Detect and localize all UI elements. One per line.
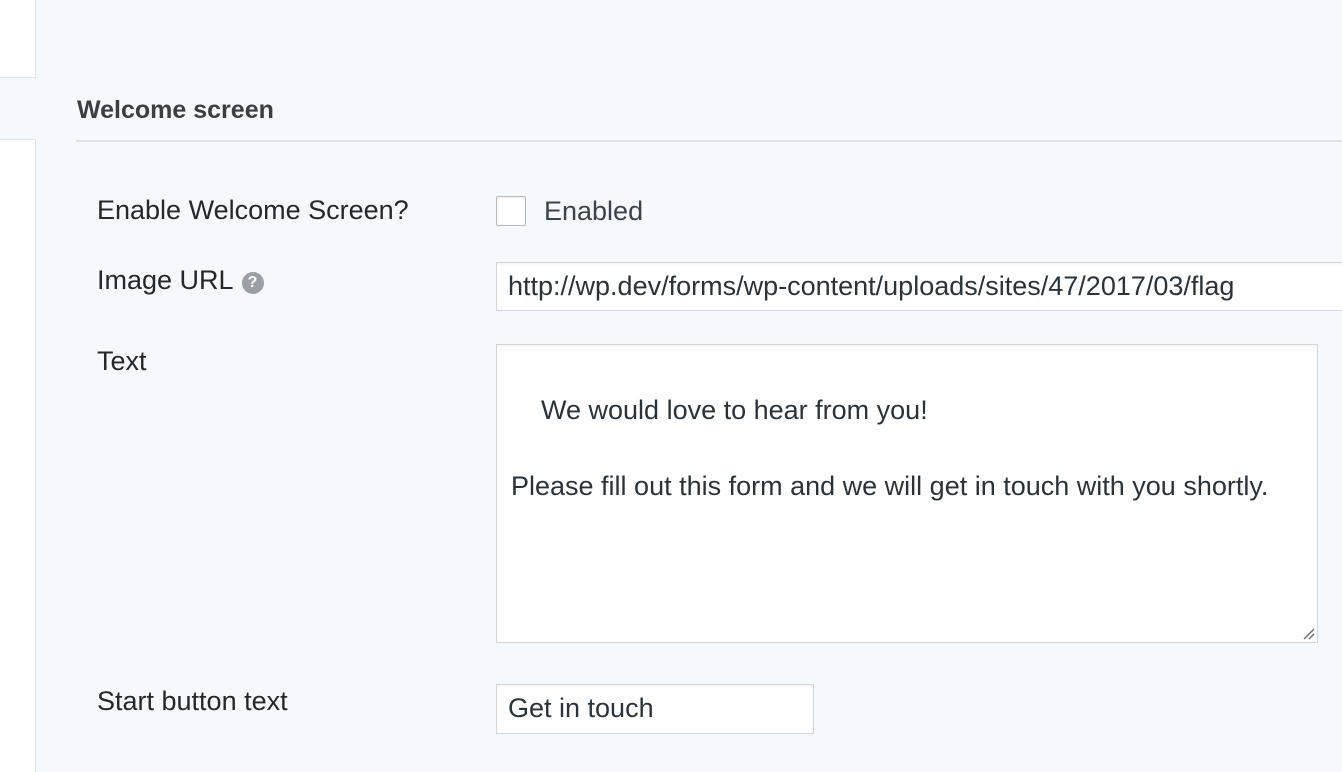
- text-label: Text: [97, 346, 147, 376]
- image-url-input[interactable]: http://wp.dev/forms/wp-content/uploads/s…: [496, 262, 1342, 311]
- welcome-text-value: We would love to hear from you! Please f…: [511, 395, 1269, 501]
- welcome-text-textarea[interactable]: We would love to hear from you! Please f…: [496, 344, 1318, 643]
- resize-handle-icon[interactable]: [1301, 626, 1315, 640]
- image-url-label: Image URL: [97, 265, 234, 295]
- sidebar-panel-bottom: [0, 139, 36, 772]
- question-circle-icon[interactable]: ?: [241, 272, 264, 294]
- start-button-text-label: Start button text: [97, 686, 288, 716]
- section-divider: [76, 140, 1342, 142]
- settings-page: Welcome screen Enable Welcome Screen? En…: [0, 0, 1342, 772]
- enabled-checkbox-label[interactable]: Enabled: [544, 196, 643, 227]
- start-button-text-input[interactable]: Get in touch: [496, 684, 814, 734]
- sidebar-panel-top: [0, 0, 36, 78]
- image-url-label-row: Image URL?: [97, 265, 264, 296]
- enabled-checkbox[interactable]: [496, 196, 526, 226]
- enable-welcome-label: Enable Welcome Screen?: [97, 195, 409, 225]
- section-title: Welcome screen: [77, 96, 274, 124]
